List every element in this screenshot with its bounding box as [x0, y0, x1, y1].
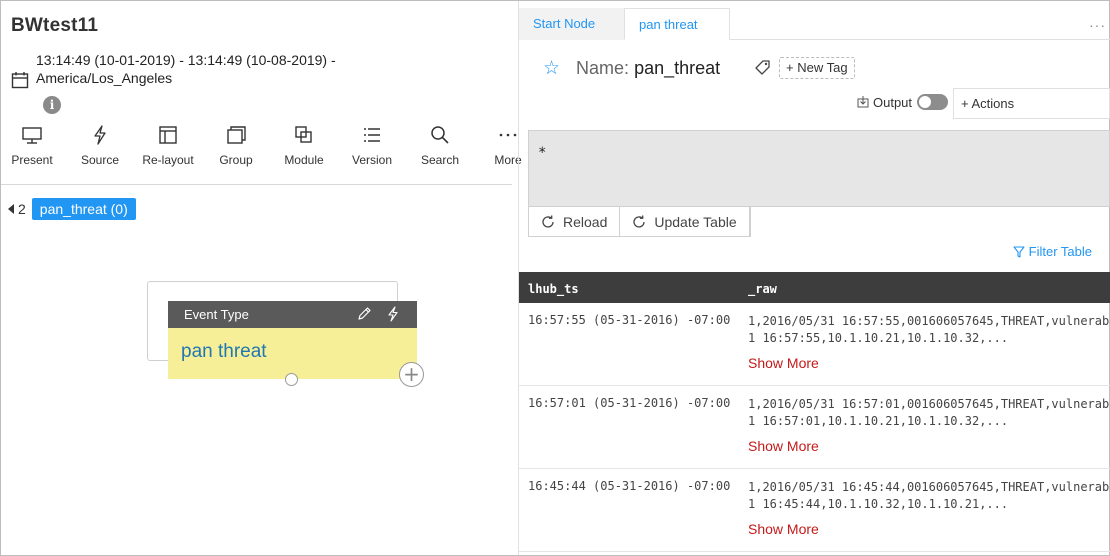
list-icon [364, 128, 380, 142]
refresh-icon [633, 215, 646, 228]
raw-line: 1,2016/05/31 16:45:44,001606057645,THREA… [748, 480, 1110, 494]
workspace-title: BWtest11 [11, 15, 99, 36]
calendar-icon [11, 72, 29, 89]
filter-table-label: Filter Table [1028, 244, 1092, 259]
module-button[interactable]: Module [270, 125, 338, 167]
reload-button[interactable]: Reload [529, 207, 621, 236]
timezone-text: America/Los_Angeles [36, 70, 173, 86]
node-body: pan threat [168, 328, 417, 379]
cell-timestamp: 16:45:44 (05-31-2016) -07:00 [528, 479, 731, 493]
cell-raw: 1,2016/05/31 16:57:55,001606057645,THREA… [748, 313, 1110, 347]
output-control: Output [857, 94, 949, 110]
reload-label: Reload [563, 213, 608, 230]
relayout-label: Re-layout [142, 153, 194, 167]
output-toggle[interactable] [917, 94, 949, 110]
breadcrumb-back-label: 2 [18, 201, 26, 217]
raw-line: 1 16:57:01,10.1.10.21,10.1.10.32,... [748, 414, 1009, 428]
filter-icon [1013, 245, 1025, 258]
raw-line: 1,2016/05/31 16:57:55,001606057645,THREA… [748, 314, 1110, 328]
download-icon [857, 96, 869, 108]
breadcrumb-back[interactable]: 2 [1, 198, 32, 220]
info-icon[interactable]: i [43, 96, 61, 114]
actions-button[interactable]: + Actions [953, 88, 1110, 119]
lightning-icon [94, 125, 106, 145]
more-icon [499, 133, 517, 137]
node-connector[interactable] [285, 373, 298, 386]
raw-line: 1,2016/05/31 16:57:01,001606057645,THREA… [748, 397, 1110, 411]
relayout-button[interactable]: Re-layout [134, 125, 202, 167]
filter-table-button[interactable]: Filter Table [1013, 244, 1092, 259]
event-type-node[interactable]: Event Type pan threat + [168, 301, 424, 387]
raw-line: 1 16:57:55,10.1.10.21,10.1.10.32,... [748, 331, 1009, 345]
caret-left-icon [8, 204, 14, 214]
tab-pan-threat[interactable]: pan threat [624, 8, 730, 40]
column-header-lhub-ts[interactable]: lhub_ts [528, 282, 579, 296]
name-label: Name: [576, 57, 630, 78]
details-pane: Start Node pan threat ··· ☆ Name: pan_th… [518, 1, 1110, 555]
lightning-icon[interactable] [386, 306, 400, 322]
update-table-button[interactable]: Update Table [620, 207, 750, 236]
query-buttons: Reload Update Table [528, 207, 751, 237]
node-header-label: Event Type [184, 307, 249, 322]
add-node-button[interactable]: + [399, 362, 424, 387]
source-label: Source [80, 153, 120, 167]
node-header: Event Type [168, 301, 417, 328]
star-icon[interactable]: ☆ [543, 57, 560, 79]
table-header: lhub_ts _raw [519, 272, 1110, 303]
date-range-text: 13:14:49 (10-01-2019) - 13:14:49 (10-08-… [36, 52, 336, 68]
search-button[interactable]: Search [406, 125, 474, 167]
group-icon [227, 126, 246, 144]
cell-raw: 1,2016/05/31 16:57:01,001606057645,THREA… [748, 396, 1110, 430]
new-tag-button[interactable]: + New Tag [779, 57, 855, 79]
cell-raw: 1,2016/05/31 16:45:44,001606057645,THREA… [748, 479, 1110, 513]
table-row: 16:57:55 (05-31-2016) -07:00 1,2016/05/3… [519, 303, 1110, 386]
node-name-row: ☆ Name: pan_threat [543, 57, 720, 79]
module-icon [295, 126, 312, 143]
date-range[interactable]: 13:14:49 (10-01-2019) - 13:14:49 (10-08-… [11, 51, 386, 89]
tab-start-node[interactable]: Start Node [519, 8, 625, 40]
tab-overflow-button[interactable]: ··· [1089, 17, 1106, 33]
present-label: Present [11, 153, 53, 167]
graph-toolbar: Present Source Re-layout Group Module Ve… [0, 125, 522, 173]
group-button[interactable]: Group [202, 125, 270, 167]
pencil-icon[interactable] [356, 306, 372, 322]
breadcrumb-current[interactable]: pan_threat (0) [31, 198, 136, 220]
show-more-link[interactable]: Show More [748, 521, 819, 537]
breadcrumb: 2 pan_threat (0) [1, 198, 136, 220]
update-table-label: Update Table [654, 213, 737, 230]
tag-icon[interactable] [754, 59, 772, 77]
raw-line: 1 16:45:44,10.1.10.32,10.1.10.21,... [748, 497, 1009, 511]
results-table: lhub_ts _raw 16:57:55 (05-31-2016) -07:0… [519, 272, 1110, 552]
group-label: Group [219, 153, 253, 167]
cell-timestamp: 16:57:55 (05-31-2016) -07:00 [528, 313, 731, 327]
search-icon [431, 126, 449, 144]
module-label: Module [284, 153, 324, 167]
version-label: Version [351, 153, 393, 167]
cell-timestamp: 16:57:01 (05-31-2016) -07:00 [528, 396, 731, 410]
show-more-link[interactable]: Show More [748, 355, 819, 371]
graph-pane: BWtest11 13:14:49 (10-01-2019) - 13:14:4… [0, 1, 522, 555]
column-header-raw[interactable]: _raw [748, 282, 777, 296]
show-more-link[interactable]: Show More [748, 438, 819, 454]
node-tabs: Start Node pan threat ··· [519, 8, 1110, 40]
layout-icon [159, 126, 177, 144]
node-name-value[interactable]: pan_threat [634, 58, 720, 79]
table-row: 16:57:01 (05-31-2016) -07:00 1,2016/05/3… [519, 386, 1110, 469]
table-row: 16:45:44 (05-31-2016) -07:00 1,2016/05/3… [519, 469, 1110, 552]
source-button[interactable]: Source [66, 125, 134, 167]
version-button[interactable]: Version [338, 125, 406, 167]
query-editor[interactable]: * [528, 130, 1110, 207]
search-label: Search [420, 153, 460, 167]
toolbar-divider [1, 184, 512, 185]
refresh-icon [542, 215, 554, 228]
output-label: Output [873, 94, 913, 110]
present-button[interactable]: Present [0, 125, 66, 167]
monitor-icon [22, 127, 42, 144]
